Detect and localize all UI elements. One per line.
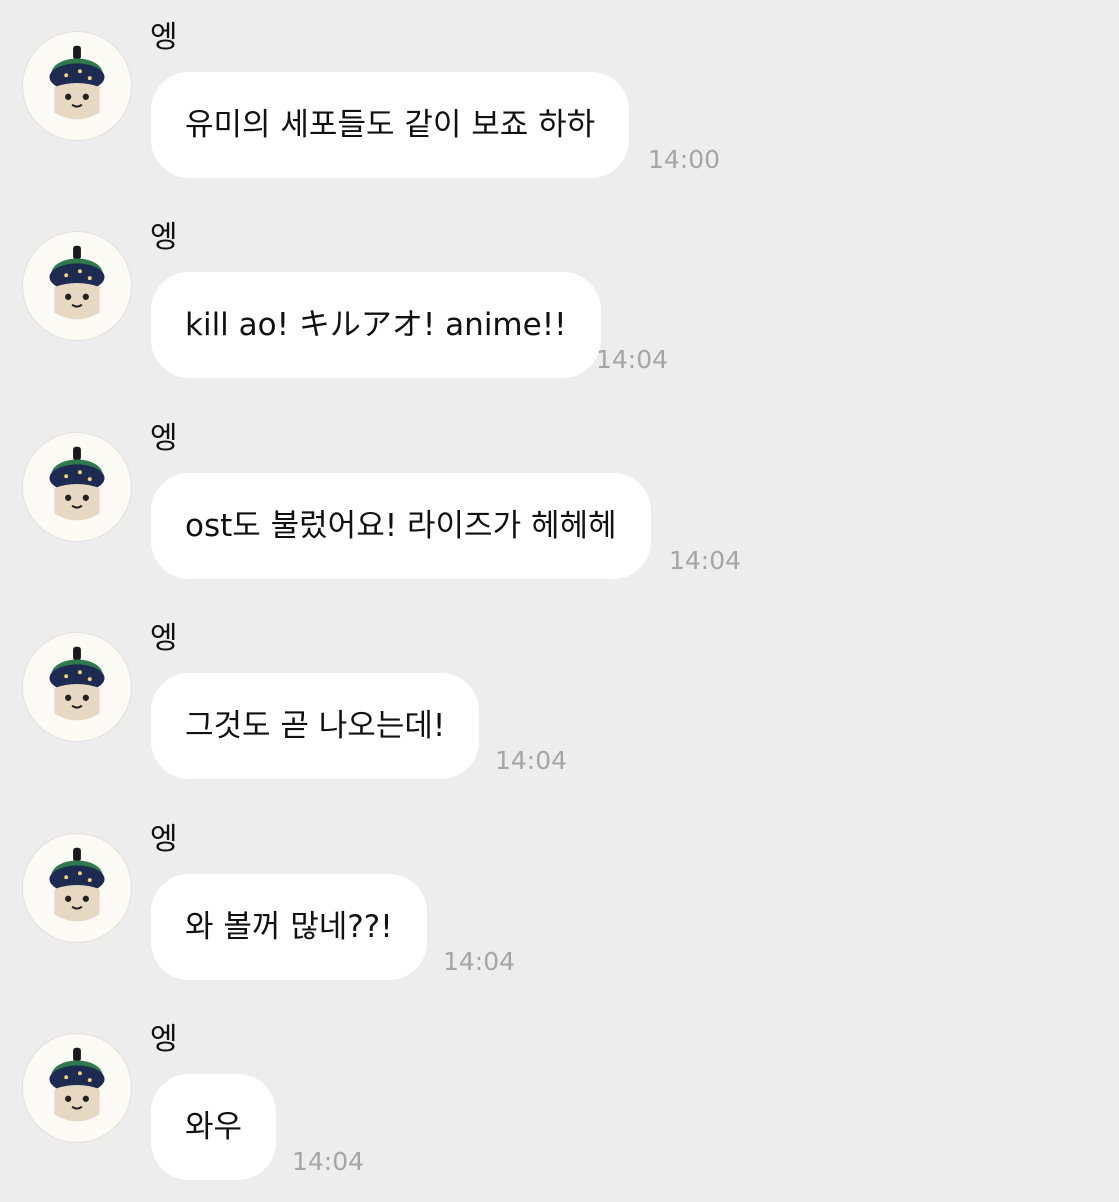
message-bubble[interactable]: 유미의 세포들도 같이 보죠 하하 — [151, 72, 630, 178]
sender-avatar-icon[interactable] — [22, 31, 132, 141]
message-bubble[interactable]: ost도 불렀어요! 라이즈가 헤헤헤 — [151, 473, 651, 579]
sender-avatar-icon[interactable] — [22, 632, 132, 742]
message-bubble[interactable]: kill ao! キルアオ! anime!! — [151, 272, 601, 378]
sender-avatar-icon[interactable] — [22, 231, 132, 341]
message-timestamp: 14:04 — [596, 345, 669, 374]
sender-avatar-icon[interactable] — [22, 1033, 132, 1143]
sender-avatar-icon[interactable] — [22, 432, 132, 542]
sender-name: 엥 — [150, 1022, 178, 1057]
message-timestamp: 14:04 — [292, 1147, 365, 1176]
sender-name: 엥 — [150, 421, 178, 456]
message-timestamp: 14:04 — [443, 947, 516, 976]
message-bubble[interactable]: 와우 — [151, 1074, 277, 1180]
message-timestamp: 14:00 — [648, 145, 721, 174]
message-row: 엥 유미의 세포들도 같이 보죠 하하 14:00 — [0, 0, 1119, 200]
message-bubble[interactable]: 그것도 곧 나오는데! — [151, 673, 480, 779]
message-timestamp: 14:04 — [669, 546, 742, 575]
message-row: 엥 kill ao! キルアオ! anime!! 14:04 — [0, 200, 1119, 400]
sender-name: 엥 — [150, 822, 178, 857]
message-row: 엥 ost도 불렀어요! 라이즈가 헤헤헤 14:04 — [0, 401, 1119, 601]
sender-name: 엥 — [150, 20, 178, 55]
message-timestamp: 14:04 — [495, 746, 568, 775]
chat-message-list: 엥 유미의 세포들도 같이 보죠 하하 14:00 엥 kill ao! キルア… — [0, 0, 1119, 1200]
message-row: 엥 와 볼꺼 많네??! 14:04 — [0, 802, 1119, 1002]
sender-name: 엥 — [150, 220, 178, 255]
sender-name: 엥 — [150, 621, 178, 656]
message-bubble[interactable]: 와 볼꺼 많네??! — [151, 874, 427, 980]
message-row: 엥 그것도 곧 나오는데! 14:04 — [0, 601, 1119, 801]
sender-avatar-icon[interactable] — [22, 833, 132, 943]
message-row: 엥 와우 14:04 — [0, 1002, 1119, 1202]
